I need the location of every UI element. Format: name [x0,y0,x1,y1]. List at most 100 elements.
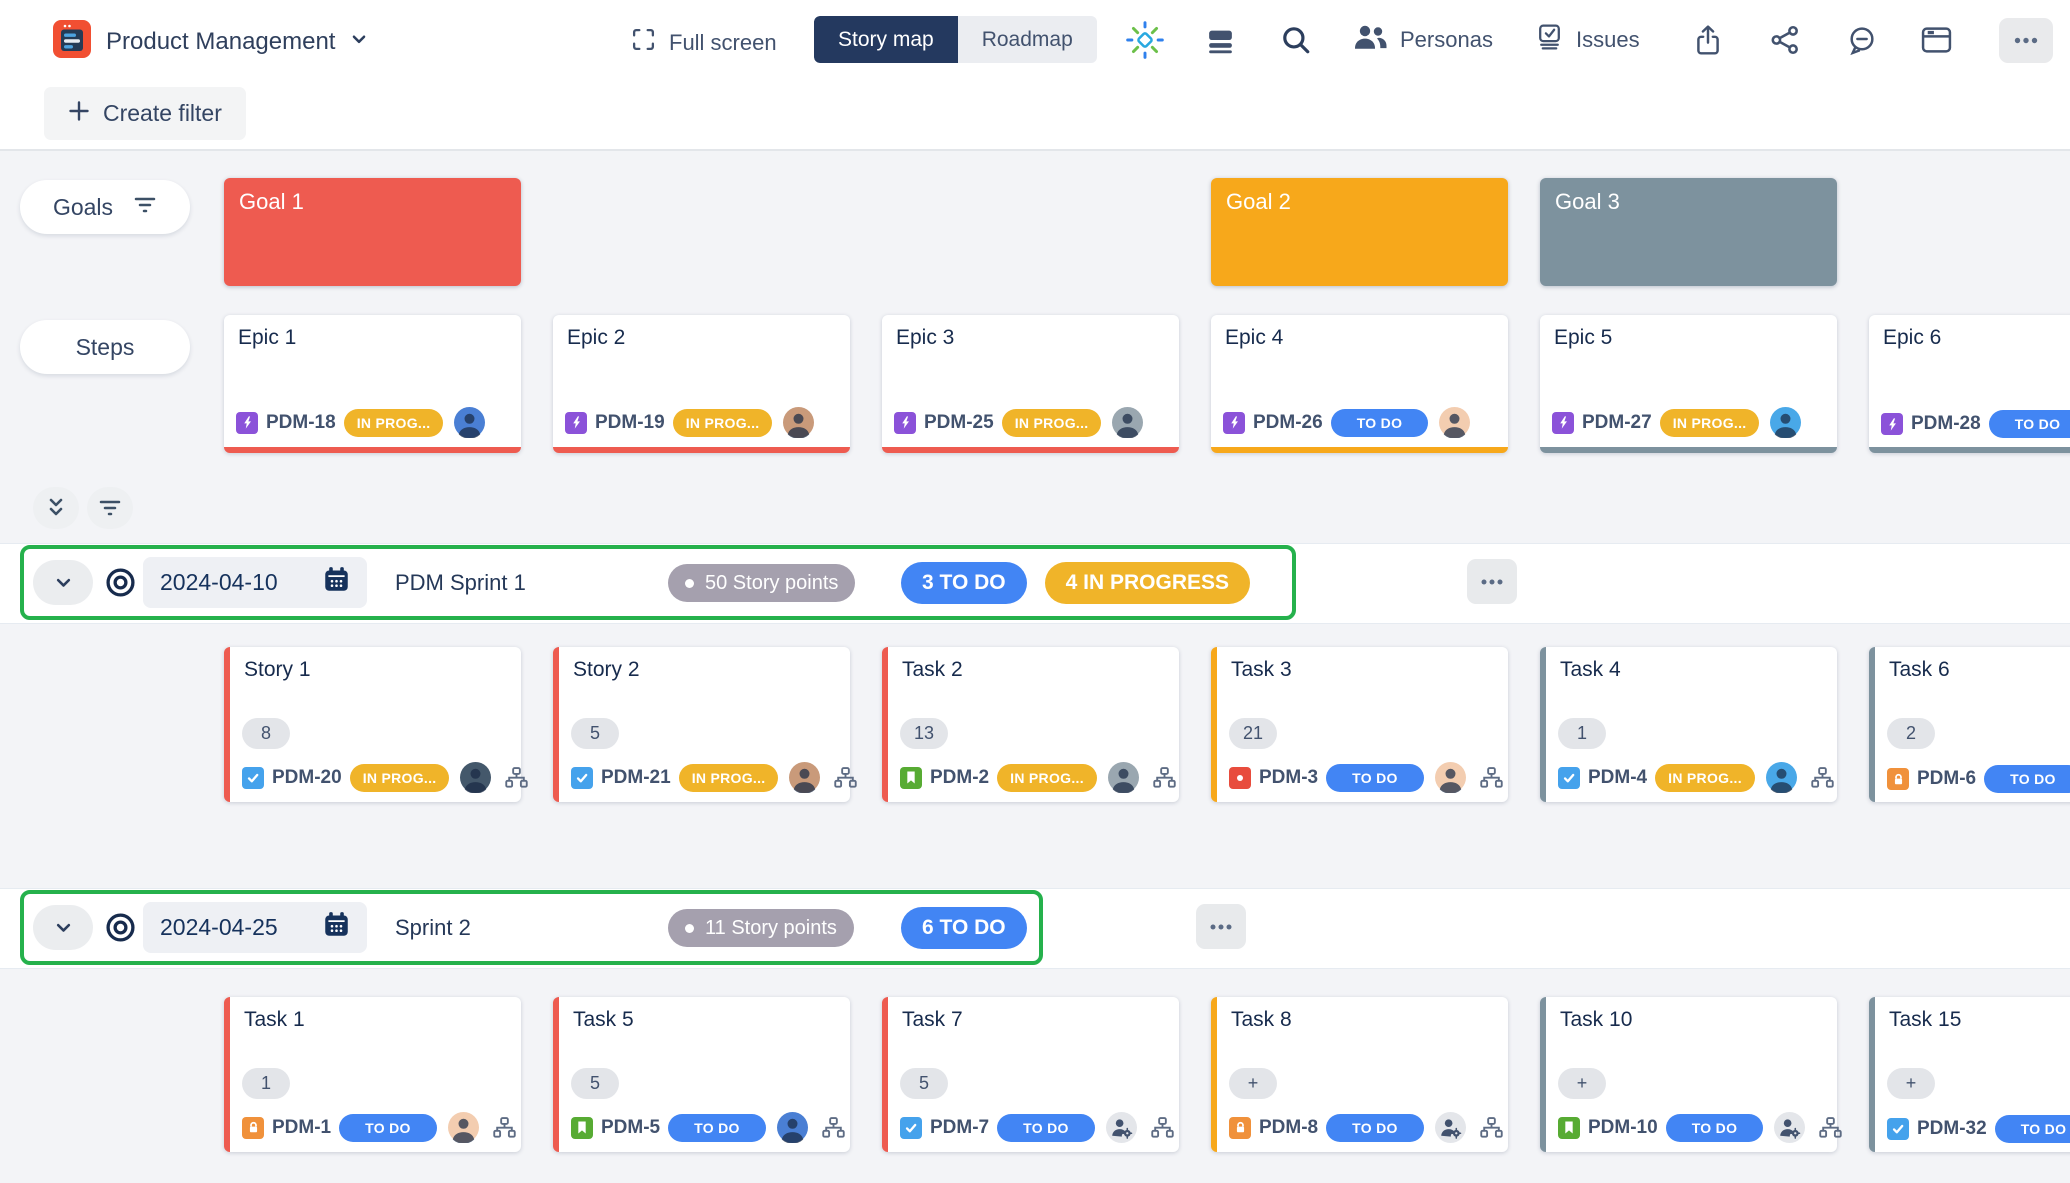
search-icon[interactable] [1272,16,1320,64]
status-badge[interactable]: IN PROG... [673,409,773,437]
status-badge[interactable]: TO DO [1989,410,2070,438]
issue-card[interactable]: Task 8 + PDM-8 TO DO [1211,997,1508,1152]
panel-view-icon[interactable] [1912,16,1960,64]
collapse-all-button[interactable] [33,487,79,529]
status-badge[interactable]: IN PROG... [350,764,450,792]
sprint-more-button[interactable] [1467,559,1517,604]
epic-card[interactable]: Epic 4 PDM-26 TO DO [1211,315,1508,453]
story-points-pill[interactable]: 8 [242,718,290,749]
status-badge[interactable]: TO DO [1331,409,1429,437]
avatar[interactable] [777,1112,808,1143]
issue-card[interactable]: Task 1 1 PDM-1 TO DO [224,997,521,1152]
subtasks-icon[interactable] [1153,767,1176,788]
epic-card[interactable]: Epic 6 PDM-28 TO DO [1869,315,2070,453]
issue-card[interactable]: Story 2 5 PDM-21 IN PROG... [553,647,850,802]
status-badge[interactable]: TO DO [1326,1114,1424,1142]
goals-row-button[interactable]: Goals [20,180,190,234]
create-filter-button[interactable]: Create filter [44,87,246,140]
sprint-name[interactable]: Sprint 2 [395,894,471,961]
status-badge[interactable]: TO DO [1984,765,2070,793]
issue-card[interactable]: Task 15 + PDM-32 TO DO [1869,997,2070,1152]
avatar[interactable] [789,762,820,793]
subtasks-icon[interactable] [1480,767,1503,788]
avatar[interactable] [1766,762,1797,793]
sprint-name[interactable]: PDM Sprint 1 [395,549,526,616]
issue-card[interactable]: Task 4 1 PDM-4 IN PROG... [1540,647,1837,802]
issue-card[interactable]: Story 1 8 PDM-20 IN PROG... [224,647,521,802]
status-badge[interactable]: IN PROG... [1002,409,1102,437]
avatar[interactable] [783,407,814,438]
issue-card[interactable]: Task 5 5 PDM-5 TO DO [553,997,850,1152]
unassigned-avatar-icon[interactable] [1106,1112,1137,1143]
goal-card[interactable]: Goal 1 [224,178,521,286]
story-points-pill[interactable]: 2 [1887,718,1935,749]
sprint-date-picker[interactable]: 2024-04-10 [143,557,367,608]
issue-card[interactable]: Task 2 13 PDM-2 IN PROG... [882,647,1179,802]
export-icon[interactable] [1684,16,1732,64]
status-badge[interactable]: TO DO [1995,1115,2070,1143]
status-badge[interactable]: TO DO [339,1114,437,1142]
tab-roadmap[interactable]: Roadmap [958,16,1097,63]
avatar[interactable] [454,407,485,438]
avatar[interactable] [1108,762,1139,793]
sprint-date-picker[interactable]: 2024-04-25 [143,902,367,953]
fullscreen-button[interactable]: Full screen [631,27,777,58]
sprint-collapse-button[interactable] [33,560,93,605]
avatar[interactable] [1112,407,1143,438]
subtasks-icon[interactable] [1811,767,1834,788]
story-points-pill[interactable]: 5 [571,718,619,749]
goal-card[interactable]: Goal 3 [1540,178,1837,286]
avatar[interactable] [1770,407,1801,438]
epic-card[interactable]: Epic 5 PDM-27 IN PROG... [1540,315,1837,453]
personas-button[interactable]: Personas [1352,16,1493,64]
unassigned-avatar-icon[interactable] [1774,1112,1805,1143]
zoom-out-comment-icon[interactable] [1837,16,1885,64]
goal-card[interactable]: Goal 2 [1211,178,1508,286]
sprint-collapse-button[interactable] [33,905,93,950]
story-points-pill[interactable]: 1 [242,1068,290,1099]
project-switcher[interactable]: Product Management [53,20,368,63]
header-more-button[interactable] [1999,18,2053,63]
avatar[interactable] [448,1112,479,1143]
epic-card[interactable]: Epic 3 PDM-25 IN PROG... [882,315,1179,453]
subtasks-icon[interactable] [505,767,528,788]
status-badge[interactable]: IN PROG... [997,764,1097,792]
status-badge[interactable]: TO DO [668,1114,766,1142]
issue-card[interactable]: Task 7 5 PDM-7 TO DO [882,997,1179,1152]
sprint-status-badge[interactable]: 6 TO DO [901,907,1027,949]
status-badge[interactable]: IN PROG... [344,409,444,437]
subtasks-icon[interactable] [1480,1117,1503,1138]
issue-card[interactable]: Task 10 + PDM-10 TO DO [1540,997,1837,1152]
sprint-more-button[interactable] [1196,904,1246,949]
subtasks-icon[interactable] [834,767,857,788]
story-points-pill[interactable]: + [1229,1068,1277,1099]
sprint-status-badge[interactable]: 3 TO DO [901,562,1027,604]
story-points-pill[interactable]: + [1558,1068,1606,1099]
story-points-pill[interactable]: + [1887,1068,1935,1099]
status-badge[interactable]: IN PROG... [1655,764,1755,792]
sprint-status-badge[interactable]: 4 IN PROGRESS [1045,562,1250,604]
epic-card[interactable]: Epic 2 PDM-19 IN PROG... [553,315,850,453]
sprint-filter-button[interactable] [87,487,133,529]
avatar[interactable] [1439,407,1470,438]
status-badge[interactable]: TO DO [1326,764,1424,792]
rows-view-icon[interactable] [1196,16,1244,64]
subtasks-icon[interactable] [1151,1117,1174,1138]
subtasks-icon[interactable] [1819,1117,1842,1138]
share-icon[interactable] [1761,16,1809,64]
avatar[interactable] [1435,762,1466,793]
subtasks-icon[interactable] [493,1117,516,1138]
issue-card[interactable]: Task 6 2 PDM-6 TO DO [1869,647,2070,802]
status-badge[interactable]: IN PROG... [1660,409,1760,437]
issues-button[interactable]: Issues [1534,16,1640,64]
tab-story-map[interactable]: Story map [814,16,958,63]
issue-card[interactable]: Task 3 21 PDM-3 TO DO [1211,647,1508,802]
status-badge[interactable]: IN PROG... [679,764,779,792]
story-points-pill[interactable]: 21 [1229,718,1277,749]
story-points-pill[interactable]: 5 [900,1068,948,1099]
ai-sparkle-icon[interactable] [1121,16,1169,64]
unassigned-avatar-icon[interactable] [1435,1112,1466,1143]
story-points-pill[interactable]: 13 [900,718,948,749]
story-points-pill[interactable]: 5 [571,1068,619,1099]
epic-card[interactable]: Epic 1 PDM-18 IN PROG... [224,315,521,453]
